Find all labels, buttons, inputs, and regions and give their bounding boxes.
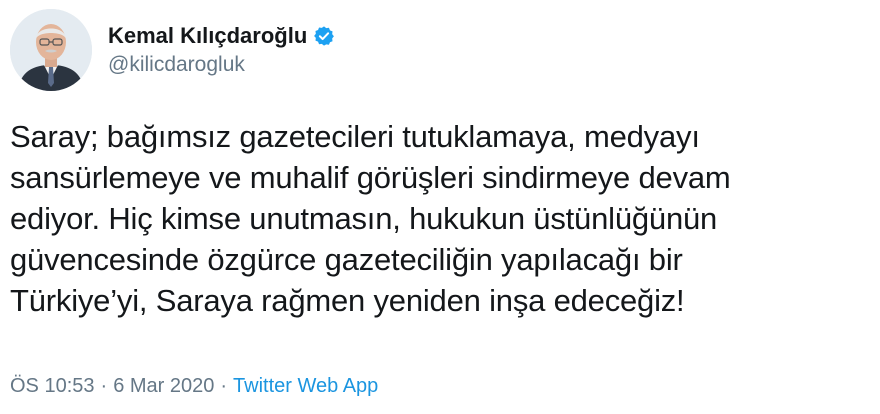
avatar[interactable] <box>10 9 92 91</box>
tweet-text: Saray; bağımsız gazetecileri tutuklamaya… <box>10 119 731 318</box>
meta-separator: · <box>220 375 228 397</box>
author-info: Kemal Kılıçdaroğlu @kilicdarogluk <box>108 23 335 77</box>
tweet-date[interactable]: 6 Mar 2020 <box>113 375 214 398</box>
verified-badge-icon <box>313 25 335 47</box>
meta-separator: · <box>100 375 108 397</box>
tweet-meta: ÖS 10:53 · 6 Mar 2020 · Twitter Web App <box>10 375 378 398</box>
author-handle[interactable]: @kilicdarogluk <box>108 53 335 77</box>
avatar-portrait-icon <box>10 9 92 91</box>
tweet-time[interactable]: ÖS 10:53 <box>10 375 95 398</box>
tweet-card: Kemal Kılıçdaroğlu @kilicdarogluk Saray;… <box>0 0 880 414</box>
name-row: Kemal Kılıçdaroğlu <box>108 23 335 49</box>
author-name[interactable]: Kemal Kılıçdaroğlu <box>108 23 307 49</box>
source-app-link[interactable]: Twitter Web App <box>233 375 378 398</box>
tweet-header: Kemal Kılıçdaroğlu @kilicdarogluk <box>10 9 335 91</box>
